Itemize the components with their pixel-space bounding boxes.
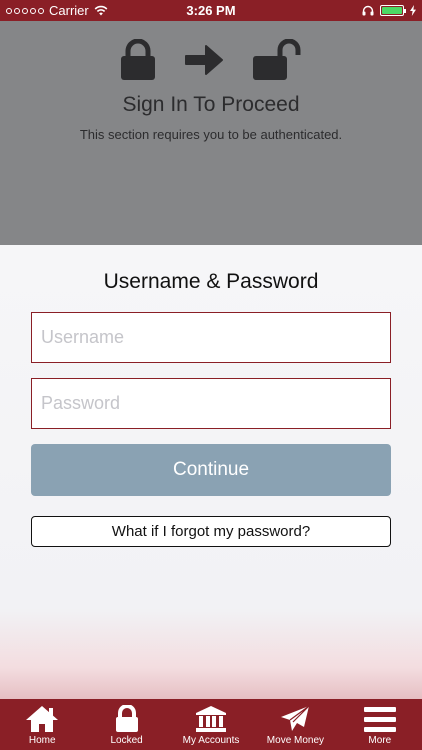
status-time: 3:26 PM bbox=[186, 3, 236, 18]
sign-in-screen: Carrier 3:26 PM Sign In To Proceed This … bbox=[0, 0, 422, 750]
paper-plane-icon bbox=[281, 705, 310, 731]
status-left: Carrier bbox=[6, 3, 108, 18]
tab-locked-label: Locked bbox=[110, 735, 143, 746]
tab-move-money-label: Move Money bbox=[266, 735, 325, 746]
tab-home[interactable]: Home bbox=[0, 699, 84, 750]
arrow-right-icon bbox=[185, 45, 223, 75]
tab-more[interactable]: More bbox=[338, 699, 422, 750]
lock-transition-graphic bbox=[0, 39, 422, 81]
lock-closed-icon bbox=[121, 39, 155, 80]
lock-open-icon bbox=[253, 39, 301, 80]
wifi-icon bbox=[94, 5, 108, 16]
continue-button[interactable]: Continue bbox=[31, 444, 391, 496]
tab-bar: Home Locked My Accounts Move Money More bbox=[0, 699, 422, 750]
charging-icon bbox=[410, 5, 416, 16]
status-bar: Carrier 3:26 PM bbox=[0, 0, 422, 21]
battery-icon bbox=[380, 5, 406, 16]
tab-home-label: Home bbox=[28, 735, 56, 746]
lock-icon bbox=[115, 705, 138, 732]
username-field[interactable] bbox=[31, 312, 391, 363]
status-right bbox=[362, 5, 416, 16]
locked-subtitle: This section requires you to be authenti… bbox=[79, 127, 343, 142]
tab-locked[interactable]: Locked bbox=[84, 699, 168, 750]
signal-icon bbox=[6, 7, 44, 14]
bank-icon bbox=[196, 706, 227, 732]
tab-more-label: More bbox=[368, 735, 392, 746]
headphones-icon bbox=[362, 5, 374, 16]
locked-title: Sign In To Proceed bbox=[122, 93, 300, 116]
tab-my-accounts[interactable]: My Accounts bbox=[169, 699, 253, 750]
password-field[interactable] bbox=[31, 378, 391, 429]
login-title: Username & Password bbox=[103, 270, 319, 293]
tab-move-money[interactable]: Move Money bbox=[253, 699, 337, 750]
home-icon bbox=[26, 706, 59, 732]
locked-section: Sign In To Proceed This section requires… bbox=[0, 21, 422, 245]
login-sheet: Username & Password Continue What if I f… bbox=[0, 245, 422, 699]
carrier-label: Carrier bbox=[49, 3, 89, 18]
menu-icon bbox=[363, 707, 396, 732]
forgot-password-button[interactable]: What if I forgot my password? bbox=[31, 516, 391, 547]
tab-my-accounts-label: My Accounts bbox=[182, 735, 240, 746]
